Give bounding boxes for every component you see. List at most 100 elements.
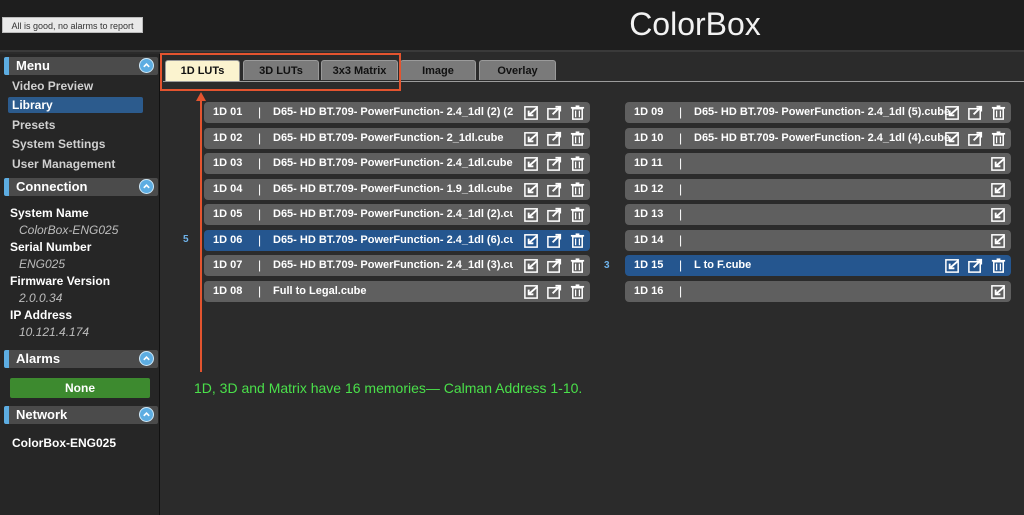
lut-slot-row[interactable]: 1D 07 | D65- HD BT.709- PowerFunction- 2.4… <box>204 255 590 276</box>
lut-row-actions <box>944 257 1007 274</box>
load-lut-icon[interactable] <box>523 283 540 300</box>
lut-slot-id: 1D 05 <box>213 208 243 220</box>
tab-overlay[interactable]: Overlay <box>479 60 556 80</box>
lut-slot-row[interactable]: 1D 06 | D65- HD BT.709- PowerFunction- 2.4… <box>204 229 590 251</box>
nav-item-presets[interactable]: Presets <box>8 117 143 133</box>
lut-slot-separator: | <box>679 283 683 298</box>
load-lut-icon[interactable] <box>944 130 961 147</box>
lut-row-actions <box>990 232 1007 249</box>
export-lut-icon[interactable] <box>967 257 984 274</box>
lut-slot-separator: | <box>258 156 262 170</box>
chevron-up-icon[interactable] <box>139 179 154 194</box>
lut-slot-row[interactable]: 1D 02 | D65- HD BT.709- PowerFunction- 2_1… <box>204 127 590 149</box>
nav-item-user-management[interactable]: User Management <box>8 156 143 172</box>
load-lut-icon[interactable] <box>990 206 1007 223</box>
lut-slot-separator: | <box>258 181 262 196</box>
lut-slot-row[interactable]: 1D 16 | <box>625 280 1011 302</box>
export-lut-icon[interactable] <box>546 232 563 249</box>
network-name: ColorBox-ENG025 <box>12 436 117 450</box>
lut-slot-separator: | <box>258 283 262 298</box>
trash-icon[interactable] <box>569 283 586 300</box>
lut-slot-row[interactable]: 1D 04 | D65- HD BT.709- PowerFunction- 1.9… <box>204 178 590 200</box>
app-title: ColorBox <box>629 6 761 42</box>
lut-slot-id: 1D 14 <box>634 233 664 246</box>
lut-slot-id: 1D 08 <box>213 284 243 297</box>
export-lut-icon[interactable] <box>967 130 984 147</box>
export-lut-icon[interactable] <box>546 155 563 172</box>
trash-icon[interactable] <box>569 155 586 172</box>
load-lut-icon[interactable] <box>990 232 1007 249</box>
lut-slot-row[interactable]: 1D 14 | <box>625 229 1011 251</box>
lut-slot-id: 1D 03 <box>213 157 243 169</box>
trash-icon[interactable] <box>569 104 586 121</box>
menu-section-header[interactable]: Menu <box>4 57 158 75</box>
lut-slot-separator: | <box>258 130 262 145</box>
load-lut-icon[interactable] <box>523 155 540 172</box>
load-lut-icon[interactable] <box>990 181 1007 198</box>
trash-icon[interactable] <box>569 130 586 147</box>
tab-3d-luts[interactable]: 3D LUTs <box>243 60 319 80</box>
lut-slot-id: 1D 01 <box>213 106 243 118</box>
export-lut-icon[interactable] <box>546 257 563 274</box>
tab-image[interactable]: Image <box>400 60 476 80</box>
load-lut-icon[interactable] <box>523 232 540 249</box>
trash-icon[interactable] <box>569 181 586 198</box>
tab-1d-luts[interactable]: 1D LUTs <box>165 60 240 81</box>
tab-bar: 1D LUTs 3D LUTs 3x3 Matrix Image Overlay <box>163 60 1024 82</box>
trash-icon[interactable] <box>569 206 586 223</box>
lut-slot-separator: | <box>679 258 683 272</box>
export-lut-icon[interactable] <box>546 181 563 198</box>
nav-item-system-settings[interactable]: System Settings <box>8 136 143 152</box>
connection-section-header[interactable]: Connection <box>4 178 158 196</box>
lut-slot-row[interactable]: 1D 01 | D65- HD BT.709- PowerFunction- 2.4… <box>204 102 590 123</box>
load-lut-icon[interactable] <box>523 181 540 198</box>
top-header: All is good, no alarms to report ColorBo… <box>0 0 1024 52</box>
load-lut-icon[interactable] <box>523 206 540 223</box>
lut-slot-id: 1D 12 <box>634 182 664 195</box>
export-lut-icon[interactable] <box>546 206 563 223</box>
lut-slot-row[interactable]: 1D 11 | <box>625 153 1011 174</box>
trash-icon[interactable] <box>990 130 1007 147</box>
lut-row-actions <box>990 283 1007 300</box>
trash-icon[interactable] <box>569 232 586 249</box>
load-lut-icon[interactable] <box>523 104 540 121</box>
trash-icon[interactable] <box>990 257 1007 274</box>
lut-slot-separator: | <box>679 130 683 145</box>
load-lut-icon[interactable] <box>990 155 1007 172</box>
chevron-up-icon[interactable] <box>139 407 154 422</box>
trash-icon[interactable] <box>990 104 1007 121</box>
lut-slot-row[interactable]: 1D 03 | D65- HD BT.709- PowerFunction- 2.4… <box>204 153 590 174</box>
connection-section-title: Connection <box>16 179 88 194</box>
load-lut-icon[interactable] <box>944 257 961 274</box>
load-lut-icon[interactable] <box>990 283 1007 300</box>
trash-icon[interactable] <box>569 257 586 274</box>
export-lut-icon[interactable] <box>546 130 563 147</box>
lut-slot-separator: | <box>258 232 262 247</box>
lut-slot-row[interactable]: 1D 13 | <box>625 204 1011 225</box>
lut-slot-row[interactable]: 1D 08 | Full to Legal.cube <box>204 280 590 302</box>
lut-slot-separator: | <box>258 258 262 272</box>
lut-slot-row[interactable]: 1D 15 | L to F.cube <box>625 255 1011 276</box>
chevron-up-icon[interactable] <box>139 58 154 73</box>
load-lut-icon[interactable] <box>523 257 540 274</box>
alarms-section-header[interactable]: Alarms <box>4 350 158 368</box>
lut-slot-row[interactable]: 1D 10 | D65- HD BT.709- PowerFunction- 2.4… <box>625 127 1011 149</box>
tab-3x3-matrix[interactable]: 3x3 Matrix <box>321 60 398 80</box>
export-lut-icon[interactable] <box>546 104 563 121</box>
lut-file-name: D65- HD BT.709- PowerFunction- 2.4_1dl (… <box>273 233 513 246</box>
nav-item-library[interactable]: Library <box>8 97 143 113</box>
lut-slot-row[interactable]: 1D 05 | D65- HD BT.709- PowerFunction- 2.4… <box>204 204 590 225</box>
lut-slot-id: 1D 10 <box>634 131 664 144</box>
lut-file-name: D65- HD BT.709- PowerFunction- 2.4_1dl (… <box>694 131 949 144</box>
load-lut-icon[interactable] <box>944 104 961 121</box>
lut-file-name: Full to Legal.cube <box>273 284 367 297</box>
lut-slot-row[interactable]: 1D 12 | <box>625 178 1011 200</box>
nav-item-video-preview[interactable]: Video Preview <box>8 78 143 94</box>
lut-slot-row[interactable]: 1D 09 | D65- HD BT.709- PowerFunction- 2.4… <box>625 102 1011 123</box>
lut-row-actions <box>523 206 586 223</box>
export-lut-icon[interactable] <box>546 283 563 300</box>
chevron-up-icon[interactable] <box>139 351 154 366</box>
load-lut-icon[interactable] <box>523 130 540 147</box>
export-lut-icon[interactable] <box>967 104 984 121</box>
network-section-header[interactable]: Network <box>4 406 158 424</box>
